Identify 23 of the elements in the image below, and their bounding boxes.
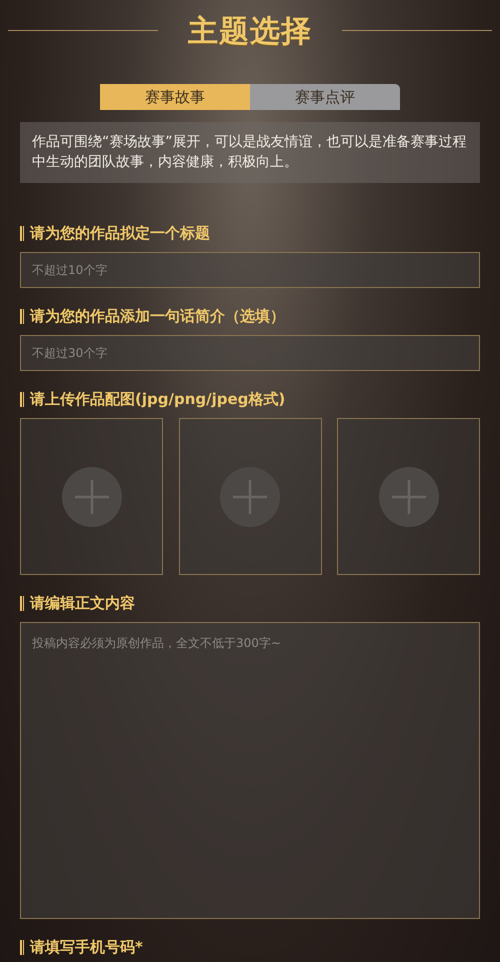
section-label: 请为您的作品拟定一个标题	[30, 224, 210, 242]
plus-icon	[62, 466, 122, 526]
label-marker	[20, 940, 24, 954]
section-label: 请填写手机号码*	[30, 938, 143, 956]
label-marker	[20, 392, 24, 406]
section-label: 请编辑正文内容	[30, 594, 135, 612]
description-text: 作品可围绕“赛场故事”展开，可以是战友情谊，也可以是准备赛事过程中生动的团队故事，内容健康，积极向上。	[20, 122, 480, 183]
section-label: 请为您的作品添加一句话简介（选填）	[30, 306, 285, 326]
label-marker	[20, 596, 24, 610]
input-field[interactable]: 不超过10个字	[20, 252, 480, 288]
text-area[interactable]: 投稿内容必须为原创作品，全文不低于300字~	[20, 622, 480, 919]
upload-tile[interactable]	[337, 418, 480, 575]
upload-tile[interactable]	[178, 418, 322, 575]
plus-icon	[220, 466, 280, 526]
page-title: 主题选择	[188, 12, 312, 50]
section-label: 请上传作品配图(jpg/png/jpeg格式)	[30, 390, 286, 408]
label-marker	[20, 308, 24, 324]
plus-icon	[378, 466, 438, 526]
upload-tile[interactable]	[20, 418, 163, 575]
tab[interactable]: 赛事点评	[250, 84, 400, 110]
label-marker	[20, 226, 24, 240]
tab[interactable]: 赛事故事	[100, 84, 250, 110]
input-field[interactable]: 不超过30个字	[20, 335, 480, 371]
